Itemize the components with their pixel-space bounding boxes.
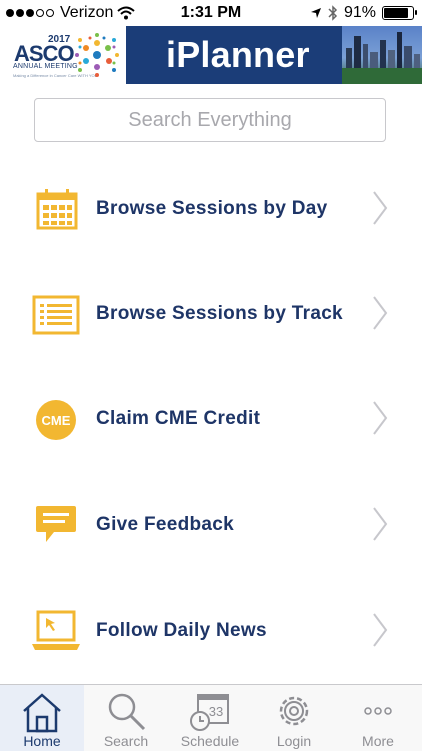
gear-icon [279, 696, 309, 726]
chevron-right-icon [373, 401, 388, 435]
logo-subtitle: ANNUAL MEETING [13, 63, 78, 70]
status-bar: Verizon 1:31 PM 91% [0, 0, 422, 26]
cme-badge-text: CME [42, 413, 71, 428]
menu-label: Give Feedback [96, 514, 235, 535]
chevron-right-icon [373, 613, 388, 647]
search-placeholder: Search Everything [128, 109, 292, 131]
tab-label: More [362, 733, 394, 749]
tab-bar: Home Search 33 Schedule Login More [0, 684, 422, 751]
app-banner: iPlanner [126, 26, 342, 84]
search-input[interactable]: Search Everything [34, 98, 386, 142]
menu-label: Claim CME Credit [96, 408, 261, 429]
app-title: iPlanner [166, 34, 310, 75]
chevron-right-icon [373, 191, 388, 225]
logo-dots-icon [75, 33, 119, 77]
menu-label: Follow Daily News [96, 620, 267, 641]
tab-label: Search [103, 733, 149, 749]
tab-home[interactable]: Home [0, 685, 84, 751]
skyline-image [342, 26, 422, 84]
asco-logo: 2017 ASCO ANNUAL MEETING Making a Differ… [0, 26, 126, 84]
battery-fill [384, 8, 408, 18]
speech-bubble-icon [36, 506, 76, 542]
list-icon [32, 295, 80, 335]
bluetooth-icon [328, 5, 338, 21]
laptop-icon [32, 610, 80, 650]
home-icon [23, 693, 61, 733]
tab-schedule[interactable]: 33 Schedule [168, 685, 252, 751]
calendar-icon [36, 189, 78, 230]
menu-item-give-feedback[interactable]: Give Feedback [0, 484, 422, 564]
tab-label: Home [23, 733, 61, 749]
tab-label: Login [276, 733, 312, 749]
tab-more[interactable]: More [336, 685, 420, 751]
app-header: 2017 ASCO ANNUAL MEETING Making a Differ… [0, 26, 422, 84]
tab-search[interactable]: Search [84, 685, 168, 751]
menu-item-browse-by-day[interactable]: Browse Sessions by Day [0, 168, 422, 248]
magnifier-icon [108, 693, 146, 731]
chevron-right-icon [373, 507, 388, 541]
cme-badge-icon: CME [36, 400, 76, 440]
location-arrow-icon [310, 8, 321, 18]
menu-item-claim-cme[interactable]: CME Claim CME Credit [0, 378, 422, 458]
battery-percent: 91% [343, 4, 376, 21]
tab-label: Schedule [180, 733, 240, 749]
menu-label: Browse Sessions by Day [96, 198, 328, 219]
ellipsis-icon [364, 707, 392, 715]
battery-icon [382, 6, 417, 20]
schedule-badge-text: 33 [209, 704, 223, 719]
menu-item-browse-by-track[interactable]: Browse Sessions by Track [0, 273, 422, 353]
chevron-right-icon [373, 296, 388, 330]
schedule-icon: 33 [190, 694, 229, 731]
menu-item-daily-news[interactable]: Follow Daily News [0, 590, 422, 670]
status-right-group: 91% [310, 4, 417, 22]
menu-label: Browse Sessions by Track [96, 303, 343, 324]
tab-login[interactable]: Login [252, 685, 336, 751]
